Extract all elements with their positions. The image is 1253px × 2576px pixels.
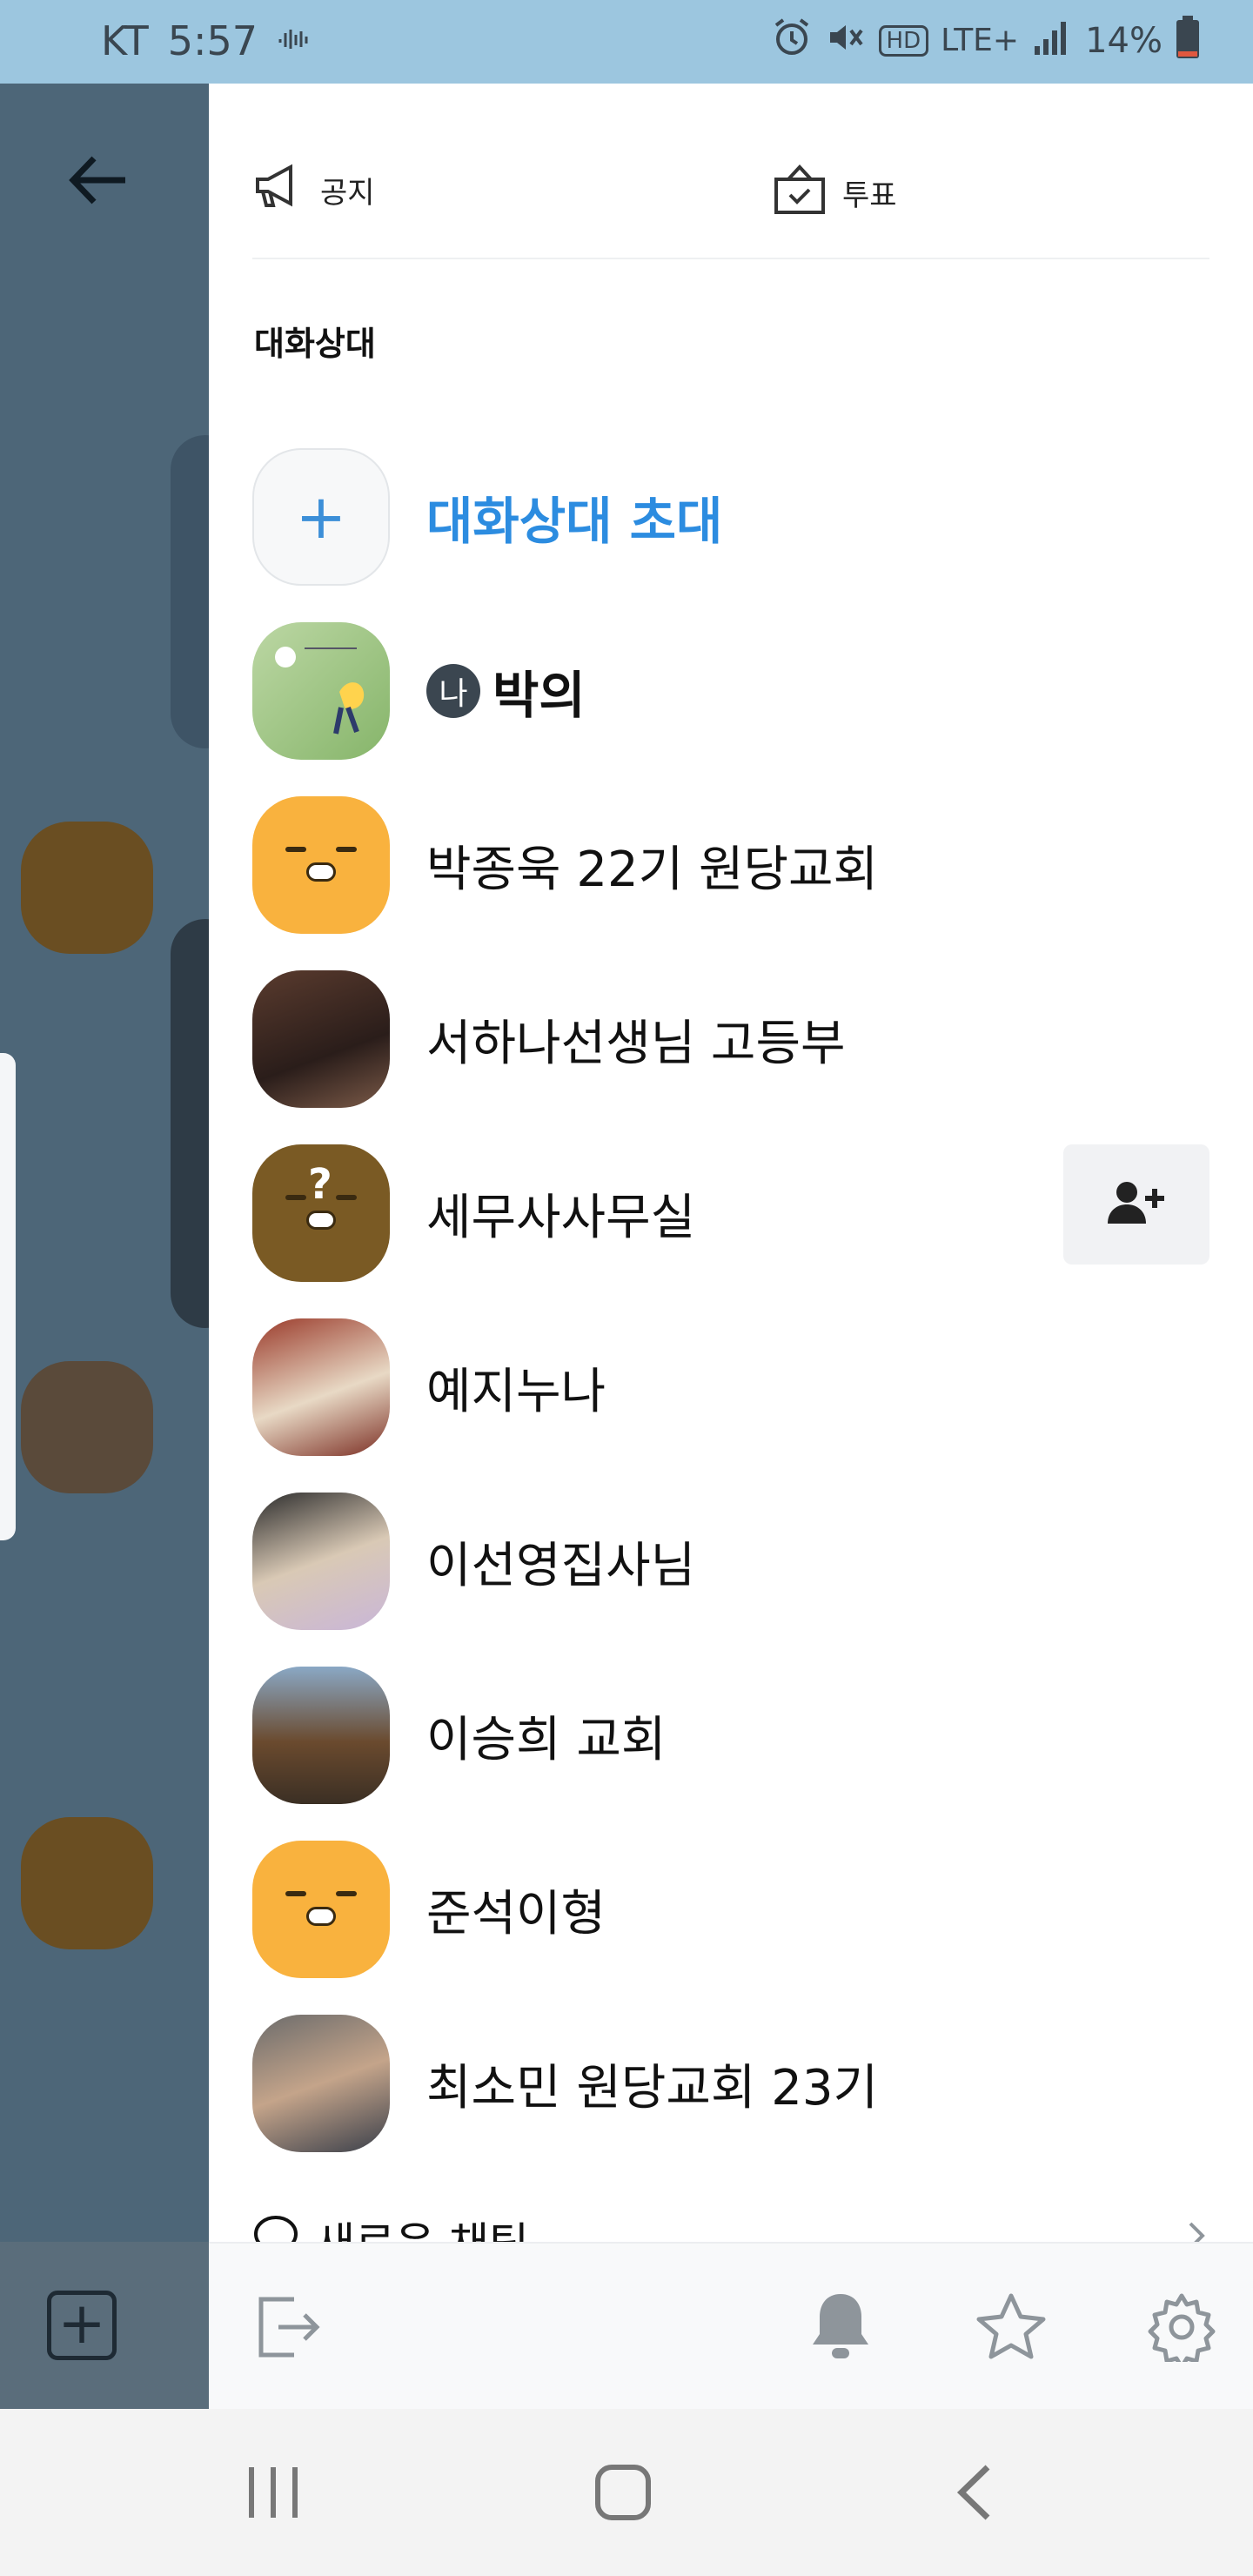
clock: 5:57 — [167, 17, 258, 64]
bell-icon[interactable] — [804, 2291, 877, 2364]
member-row[interactable]: 준석이형 — [252, 1822, 1209, 1996]
member-row[interactable]: 이승희 교회 — [252, 1648, 1209, 1822]
drawer-top-actions: 공지 투표 — [252, 162, 1209, 223]
exit-icon[interactable] — [252, 2291, 325, 2364]
recent-apps-icon[interactable] — [238, 2458, 308, 2527]
avatar — [252, 1493, 390, 1630]
member-name: 최소민 원당교회 23기 — [426, 2059, 879, 2116]
avatar — [21, 1361, 153, 1493]
chat-bubble — [171, 435, 209, 748]
avatar — [252, 970, 390, 1108]
member-row[interactable]: ? 세무사사무실 — [252, 1126, 1209, 1300]
avatar — [252, 1318, 390, 1456]
add-friend-button[interactable] — [1063, 1144, 1209, 1265]
member-list: + 대화상대 초대 나 박의 박종욱 22기 원당교회 서하나선생님 고등부 ?… — [252, 430, 1209, 2170]
members-section-title: 대화상대 — [254, 325, 376, 363]
member-name: 박의 — [492, 666, 586, 725]
chat-room-drawer: 공지 투표 대화상대 + 대화상대 초대 나 박의 박종욱 22기 원당교회 서… — [209, 84, 1253, 2409]
avatar — [252, 796, 390, 934]
member-row[interactable]: 서하나선생님 고등부 — [252, 952, 1209, 1126]
ballot-box-icon — [773, 162, 827, 224]
hd-voice-icon: HD — [878, 24, 929, 57]
carrier-label: KT — [101, 17, 149, 64]
member-name: 세무사사무실 — [426, 1189, 696, 1246]
back-arrow-icon[interactable] — [64, 150, 134, 222]
alarm-icon — [771, 17, 813, 64]
divider — [252, 258, 1209, 259]
signal-icon — [1031, 18, 1073, 63]
edge-panel-handle[interactable] — [0, 1053, 16, 1540]
drawer-bottom-bar — [209, 2242, 1253, 2409]
member-row[interactable]: 최소민 원당교회 23기 — [252, 1996, 1209, 2170]
avatar — [21, 822, 153, 954]
member-name: 이선영집사님 — [426, 1537, 696, 1594]
avatar — [252, 1667, 390, 1804]
star-icon[interactable] — [975, 2291, 1048, 2364]
megaphone-icon — [252, 162, 305, 218]
voicemail-icon — [277, 23, 312, 58]
status-bar: KT 5:57 HD LTE+ 14% — [0, 0, 1253, 84]
member-name: 박종욱 22기 원당교회 — [426, 841, 879, 898]
avatar — [252, 622, 390, 760]
invite-member-row[interactable]: + 대화상대 초대 — [252, 430, 1209, 604]
home-icon[interactable] — [588, 2458, 658, 2527]
gear-icon[interactable] — [1145, 2291, 1218, 2364]
avatar — [21, 1817, 153, 1949]
chat-background[interactable]: + — [0, 84, 209, 2409]
invite-member-label: 대화상대 초대 — [426, 492, 723, 551]
avatar: ? — [252, 1144, 390, 1282]
notice-button[interactable]: 공지 — [252, 162, 375, 218]
chat-bubble — [171, 919, 209, 1328]
member-row[interactable]: 이선영집사님 — [252, 1474, 1209, 1648]
member-name: 예지누나 — [426, 1363, 606, 1420]
system-nav-bar — [0, 2409, 1253, 2576]
vote-button[interactable]: 투표 — [773, 162, 897, 224]
me-badge: 나 — [426, 664, 480, 718]
attach-plus-icon[interactable]: + — [47, 2291, 117, 2360]
notice-label: 공지 — [320, 176, 375, 211]
network-type: LTE+ — [941, 23, 1020, 58]
member-name: 준석이형 — [426, 1885, 606, 1942]
member-name: 이승희 교회 — [426, 1711, 667, 1768]
avatar — [252, 2015, 390, 2152]
member-row[interactable]: 예지누나 — [252, 1300, 1209, 1474]
battery-icon — [1175, 16, 1201, 65]
back-icon[interactable] — [940, 2458, 1009, 2527]
member-name: 서하나선생님 고등부 — [426, 1015, 846, 1072]
member-row[interactable]: 나 박의 — [252, 604, 1209, 778]
battery-percent: 14% — [1085, 20, 1163, 61]
add-person-icon — [1106, 1178, 1167, 1231]
plus-icon: + — [252, 448, 390, 586]
avatar — [252, 1841, 390, 1978]
member-row[interactable]: 박종욱 22기 원당교회 — [252, 778, 1209, 952]
question-mark-icon: ? — [308, 1160, 332, 1209]
mute-icon — [825, 17, 867, 64]
vote-label: 투표 — [842, 178, 897, 213]
